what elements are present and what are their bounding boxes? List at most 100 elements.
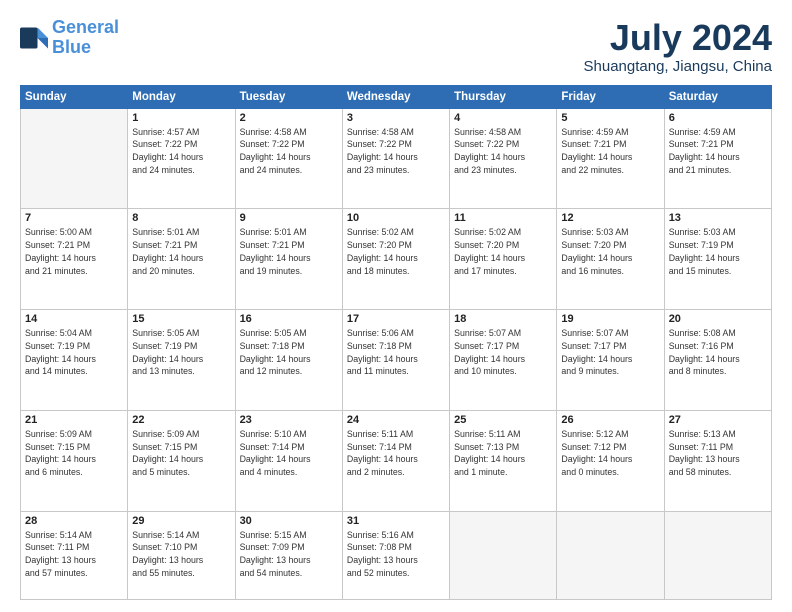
calendar-cell: 14 Sunrise: 5:04 AM Sunset: 7:19 PM Dayli… <box>21 310 128 411</box>
calendar-cell: 19Sunrise: 5:07 AM Sunset: 7:17 PM Dayli… <box>557 310 664 411</box>
day-number: 4 <box>454 112 552 124</box>
day-number: 22 <box>132 414 230 426</box>
day-info: Sunrise: 5:10 AM Sunset: 7:14 PM Dayligh… <box>240 428 338 479</box>
calendar-cell: 4Sunrise: 4:58 AM Sunset: 7:22 PM Daylig… <box>450 108 557 209</box>
calendar-cell: 24 Sunrise: 5:11 AM Sunset: 7:14 PM Dayli… <box>342 410 449 511</box>
calendar-cell: 1 Sunrise: 4:57 AM Sunset: 7:22 PM Daylig… <box>128 108 235 209</box>
calendar-cell: 6 Sunrise: 4:59 AM Sunset: 7:21 PM Daylig… <box>664 108 771 209</box>
day-number: 17 <box>347 313 445 325</box>
calendar-cell <box>21 108 128 209</box>
day-info: Sunrise: 5:11 AM Sunset: 7:13 PM Dayligh… <box>454 428 552 479</box>
day-info: Sunrise: 4:58 AM Sunset: 7:22 PM Dayligh… <box>347 126 445 177</box>
calendar-cell: 31 Sunrise: 5:16 AM Sunset: 7:08 PM Dayli… <box>342 511 449 599</box>
day-info: Sunrise: 5:14 AM Sunset: 7:11 PM Dayligh… <box>25 529 123 580</box>
calendar-cell <box>450 511 557 599</box>
weekday-friday: Friday <box>557 85 664 108</box>
day-number: 5 <box>561 112 659 124</box>
calendar-cell <box>664 511 771 599</box>
weekday-thursday: Thursday <box>450 85 557 108</box>
day-number: 16 <box>240 313 338 325</box>
location: Shuangtang, Jiangsu, China <box>584 58 772 75</box>
week-row-5: 28 Sunrise: 5:14 AM Sunset: 7:11 PM Dayli… <box>21 511 772 599</box>
day-info: Sunrise: 5:12 AM Sunset: 7:12 PM Dayligh… <box>561 428 659 479</box>
calendar-table: SundayMondayTuesdayWednesdayThursdayFrid… <box>20 85 772 600</box>
day-number: 28 <box>25 515 123 527</box>
day-number: 2 <box>240 112 338 124</box>
day-info: Sunrise: 5:07 AM Sunset: 7:17 PM Dayligh… <box>454 327 552 378</box>
calendar-cell: 7 Sunrise: 5:00 AM Sunset: 7:21 PM Daylig… <box>21 209 128 310</box>
calendar-cell: 25 Sunrise: 5:11 AM Sunset: 7:13 PM Dayli… <box>450 410 557 511</box>
day-number: 12 <box>561 212 659 224</box>
calendar-cell: 16Sunrise: 5:05 AM Sunset: 7:18 PM Dayli… <box>235 310 342 411</box>
weekday-monday: Monday <box>128 85 235 108</box>
day-info: Sunrise: 4:59 AM Sunset: 7:21 PM Dayligh… <box>561 126 659 177</box>
logo-text: General Blue <box>52 18 119 58</box>
day-number: 18 <box>454 313 552 325</box>
calendar-cell: 13Sunrise: 5:03 AM Sunset: 7:19 PM Dayli… <box>664 209 771 310</box>
day-number: 20 <box>669 313 767 325</box>
day-number: 21 <box>25 414 123 426</box>
day-info: Sunrise: 5:04 AM Sunset: 7:19 PM Dayligh… <box>25 327 123 378</box>
day-info: Sunrise: 4:58 AM Sunset: 7:22 PM Dayligh… <box>240 126 338 177</box>
calendar-cell <box>557 511 664 599</box>
calendar-cell: 28 Sunrise: 5:14 AM Sunset: 7:11 PM Dayli… <box>21 511 128 599</box>
week-row-3: 14 Sunrise: 5:04 AM Sunset: 7:19 PM Dayli… <box>21 310 772 411</box>
logo-general: General <box>52 17 119 37</box>
day-info: Sunrise: 5:11 AM Sunset: 7:14 PM Dayligh… <box>347 428 445 479</box>
logo: General Blue <box>20 18 119 58</box>
day-info: Sunrise: 4:57 AM Sunset: 7:22 PM Dayligh… <box>132 126 230 177</box>
header: General Blue July 2024 Shuangtang, Jiang… <box>20 18 772 75</box>
logo-icon <box>20 24 48 52</box>
day-info: Sunrise: 5:02 AM Sunset: 7:20 PM Dayligh… <box>347 226 445 277</box>
day-info: Sunrise: 5:05 AM Sunset: 7:19 PM Dayligh… <box>132 327 230 378</box>
weekday-tuesday: Tuesday <box>235 85 342 108</box>
day-info: Sunrise: 5:09 AM Sunset: 7:15 PM Dayligh… <box>132 428 230 479</box>
week-row-2: 7 Sunrise: 5:00 AM Sunset: 7:21 PM Daylig… <box>21 209 772 310</box>
day-number: 26 <box>561 414 659 426</box>
calendar-cell: 20 Sunrise: 5:08 AM Sunset: 7:16 PM Dayli… <box>664 310 771 411</box>
day-number: 6 <box>669 112 767 124</box>
title-block: July 2024 Shuangtang, Jiangsu, China <box>584 18 772 75</box>
calendar-cell: 17Sunrise: 5:06 AM Sunset: 7:18 PM Dayli… <box>342 310 449 411</box>
day-number: 19 <box>561 313 659 325</box>
day-number: 7 <box>25 212 123 224</box>
calendar-cell: 21 Sunrise: 5:09 AM Sunset: 7:15 PM Dayli… <box>21 410 128 511</box>
calendar-cell: 11Sunrise: 5:02 AM Sunset: 7:20 PM Dayli… <box>450 209 557 310</box>
calendar-cell: 8Sunrise: 5:01 AM Sunset: 7:21 PM Daylig… <box>128 209 235 310</box>
day-info: Sunrise: 5:03 AM Sunset: 7:20 PM Dayligh… <box>561 226 659 277</box>
day-number: 23 <box>240 414 338 426</box>
month-title: July 2024 <box>584 18 772 58</box>
day-info: Sunrise: 5:00 AM Sunset: 7:21 PM Dayligh… <box>25 226 123 277</box>
calendar-cell: 12 Sunrise: 5:03 AM Sunset: 7:20 PM Dayli… <box>557 209 664 310</box>
weekday-sunday: Sunday <box>21 85 128 108</box>
day-number: 15 <box>132 313 230 325</box>
day-number: 11 <box>454 212 552 224</box>
week-row-1: 1 Sunrise: 4:57 AM Sunset: 7:22 PM Daylig… <box>21 108 772 209</box>
day-info: Sunrise: 4:59 AM Sunset: 7:21 PM Dayligh… <box>669 126 767 177</box>
day-number: 27 <box>669 414 767 426</box>
logo-blue: Blue <box>52 37 91 57</box>
day-number: 8 <box>132 212 230 224</box>
calendar-cell: 9Sunrise: 5:01 AM Sunset: 7:21 PM Daylig… <box>235 209 342 310</box>
day-info: Sunrise: 5:13 AM Sunset: 7:11 PM Dayligh… <box>669 428 767 479</box>
day-number: 9 <box>240 212 338 224</box>
day-number: 14 <box>25 313 123 325</box>
day-number: 1 <box>132 112 230 124</box>
day-info: Sunrise: 5:16 AM Sunset: 7:08 PM Dayligh… <box>347 529 445 580</box>
week-row-4: 21 Sunrise: 5:09 AM Sunset: 7:15 PM Dayli… <box>21 410 772 511</box>
day-info: Sunrise: 5:08 AM Sunset: 7:16 PM Dayligh… <box>669 327 767 378</box>
calendar-cell: 29Sunrise: 5:14 AM Sunset: 7:10 PM Dayli… <box>128 511 235 599</box>
day-info: Sunrise: 5:09 AM Sunset: 7:15 PM Dayligh… <box>25 428 123 479</box>
weekday-saturday: Saturday <box>664 85 771 108</box>
calendar-cell: 18 Sunrise: 5:07 AM Sunset: 7:17 PM Dayli… <box>450 310 557 411</box>
calendar-cell: 15 Sunrise: 5:05 AM Sunset: 7:19 PM Dayli… <box>128 310 235 411</box>
day-number: 25 <box>454 414 552 426</box>
calendar-cell: 27 Sunrise: 5:13 AM Sunset: 7:11 PM Dayli… <box>664 410 771 511</box>
day-number: 31 <box>347 515 445 527</box>
day-number: 13 <box>669 212 767 224</box>
calendar-cell: 5 Sunrise: 4:59 AM Sunset: 7:21 PM Daylig… <box>557 108 664 209</box>
calendar-cell: 30Sunrise: 5:15 AM Sunset: 7:09 PM Dayli… <box>235 511 342 599</box>
calendar-cell: 22 Sunrise: 5:09 AM Sunset: 7:15 PM Dayli… <box>128 410 235 511</box>
day-number: 24 <box>347 414 445 426</box>
day-number: 29 <box>132 515 230 527</box>
